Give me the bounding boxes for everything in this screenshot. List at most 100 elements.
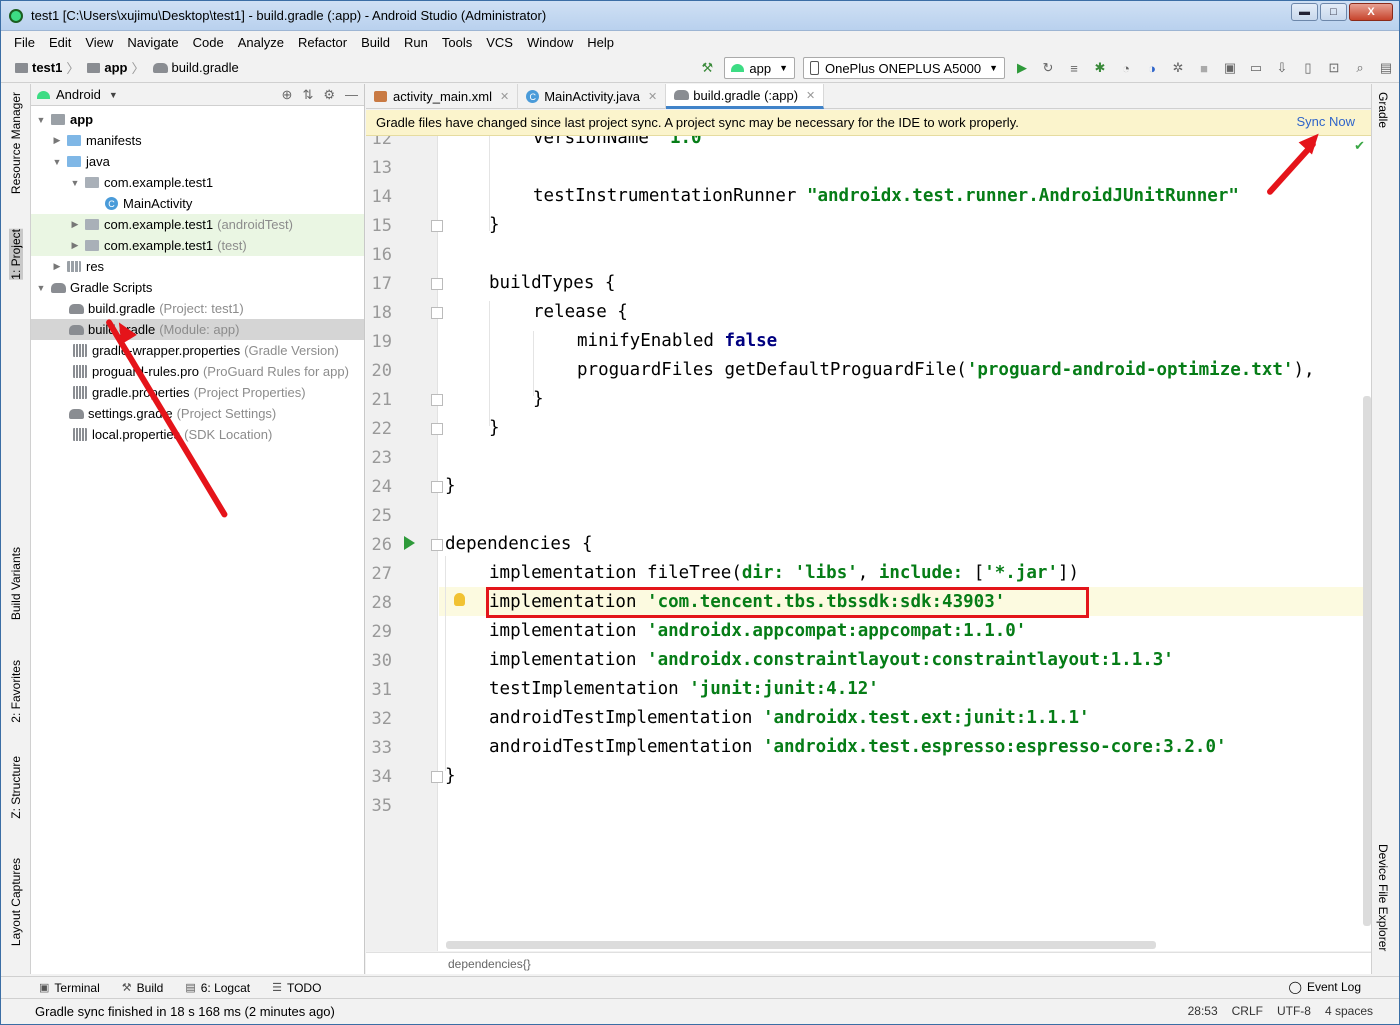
- menu-run[interactable]: Run: [397, 35, 435, 50]
- breadcrumb-module[interactable]: app 〉: [87, 58, 148, 77]
- expanded-arrow-icon[interactable]: ▼: [69, 178, 81, 188]
- tree-item-mainactivity[interactable]: C MainActivity: [31, 193, 364, 214]
- tree-item-gradle-wrapper[interactable]: gradle-wrapper.properties (Gradle Versio…: [31, 340, 364, 361]
- close-tab-icon[interactable]: ✕: [806, 89, 815, 102]
- locate-icon[interactable]: ⊕: [282, 87, 293, 103]
- expanded-arrow-icon[interactable]: ▼: [35, 283, 47, 293]
- tree-item-package[interactable]: ▼ com.example.test1: [31, 172, 364, 193]
- tab-terminal[interactable]: ▣ Terminal: [39, 981, 100, 995]
- apply-code-changes-icon[interactable]: ≡: [1066, 60, 1082, 76]
- tab-build-gradle-app[interactable]: build.gradle (:app) ✕: [666, 84, 825, 109]
- tree-item-gradle-scripts[interactable]: ▼ Gradle Scripts: [31, 277, 364, 298]
- tab-todo[interactable]: ☰ TODO: [272, 981, 321, 995]
- minimize-button[interactable]: ▬: [1291, 3, 1318, 21]
- fold-marker-icon[interactable]: [431, 539, 443, 551]
- status-message[interactable]: Gradle sync finished in 18 s 168 ms (2 m…: [35, 1004, 335, 1019]
- collapsed-arrow-icon[interactable]: ▶: [51, 135, 63, 146]
- tab-device-file-explorer[interactable]: Device File Explorer: [1376, 844, 1390, 951]
- close-tab-icon[interactable]: ✕: [648, 90, 657, 103]
- tree-item-app[interactable]: ▼ app: [31, 109, 364, 130]
- tree-item-res[interactable]: ▶ res: [31, 256, 364, 277]
- line-separator[interactable]: CRLF: [1232, 1004, 1263, 1018]
- tab-gradle[interactable]: Gradle: [1376, 92, 1390, 128]
- run-icon[interactable]: ▶: [1014, 60, 1030, 76]
- attach-android-icon[interactable]: ✲: [1170, 60, 1186, 76]
- hammer-build-icon[interactable]: ⚒: [699, 60, 715, 76]
- device-manager-icon[interactable]: ▯: [1300, 60, 1316, 76]
- tab-project[interactable]: 1: Project: [9, 229, 23, 280]
- fold-marker-icon[interactable]: [431, 771, 443, 783]
- collapse-icon[interactable]: ⇅: [302, 87, 313, 103]
- fold-marker-icon[interactable]: [431, 481, 443, 493]
- menu-file[interactable]: File: [7, 35, 42, 50]
- menu-analyze[interactable]: Analyze: [231, 35, 291, 50]
- fold-marker-icon[interactable]: [431, 394, 443, 406]
- expanded-arrow-icon[interactable]: ▼: [35, 115, 47, 125]
- collapsed-arrow-icon[interactable]: ▶: [69, 219, 81, 230]
- menu-window[interactable]: Window: [520, 35, 580, 50]
- menu-edit[interactable]: Edit: [42, 35, 78, 50]
- tab-mainactivity-java[interactable]: C MainActivity.java ✕: [518, 84, 667, 109]
- attach-debugger-icon[interactable]: ◑: [1144, 60, 1160, 76]
- menu-view[interactable]: View: [78, 35, 120, 50]
- tree-item-gradle-properties[interactable]: gradle.properties (Project Properties): [31, 382, 364, 403]
- avd-manager-icon[interactable]: ▭: [1248, 60, 1264, 76]
- tree-item-proguard-rules[interactable]: proguard-rules.pro (ProGuard Rules for a…: [31, 361, 364, 382]
- expanded-arrow-icon[interactable]: ▼: [51, 157, 63, 167]
- menu-navigate[interactable]: Navigate: [120, 35, 185, 50]
- profile-icon[interactable]: ◔: [1118, 60, 1134, 76]
- menu-code[interactable]: Code: [186, 35, 231, 50]
- apply-changes-icon[interactable]: ↻: [1040, 60, 1056, 76]
- stop-icon[interactable]: ■: [1196, 60, 1212, 76]
- fold-marker-icon[interactable]: [431, 220, 443, 232]
- tree-item-settings-gradle[interactable]: settings.gradle (Project Settings): [31, 403, 364, 424]
- lightbulb-icon[interactable]: [454, 593, 465, 606]
- sync-project-icon[interactable]: ▣: [1222, 60, 1238, 76]
- tree-item-local-properties[interactable]: local.properties (SDK Location): [31, 424, 364, 445]
- indent-setting[interactable]: 4 spaces: [1325, 1004, 1373, 1018]
- breadcrumb-project[interactable]: test1 〉: [15, 58, 83, 77]
- close-tab-icon[interactable]: ✕: [500, 90, 509, 103]
- menu-build[interactable]: Build: [354, 35, 397, 50]
- tab-favorites[interactable]: 2: Favorites: [9, 660, 23, 723]
- search-icon[interactable]: ⌕: [1352, 60, 1368, 76]
- tab-layout-captures[interactable]: Layout Captures: [9, 858, 23, 946]
- tree-item-package-test[interactable]: ▶ com.example.test1 (test): [31, 235, 364, 256]
- tree-item-manifests[interactable]: ▶ manifests: [31, 130, 364, 151]
- run-configuration-select[interactable]: app ▼: [724, 57, 795, 79]
- tree-item-java[interactable]: ▼ java: [31, 151, 364, 172]
- chevron-down-icon[interactable]: ▼: [109, 90, 118, 100]
- file-encoding[interactable]: UTF-8: [1277, 1004, 1311, 1018]
- layout-inspector-icon[interactable]: ⊡: [1326, 60, 1342, 76]
- tree-item-build-gradle-module[interactable]: build.gradle (Module: app): [31, 319, 364, 340]
- caret-position[interactable]: 28:53: [1188, 1004, 1218, 1018]
- vertical-scrollbar[interactable]: [1363, 396, 1371, 926]
- tab-resource-manager[interactable]: Resource Manager: [9, 92, 23, 194]
- code-editor[interactable]: ✔ 12 13 14 15 16 17 18 19 20 21 22 23 24…: [366, 136, 1371, 951]
- breadcrumb-file[interactable]: build.gradle: [152, 60, 239, 75]
- menu-refactor[interactable]: Refactor: [291, 35, 354, 50]
- debug-icon[interactable]: ✱: [1092, 60, 1108, 76]
- tab-event-log[interactable]: ◯ Event Log: [1289, 980, 1361, 994]
- project-view-select[interactable]: Android: [56, 87, 101, 102]
- close-button[interactable]: X: [1349, 3, 1393, 21]
- tab-build-variants[interactable]: Build Variants: [9, 547, 23, 620]
- tab-structure[interactable]: Z: Structure: [9, 756, 23, 819]
- hide-icon[interactable]: —: [345, 87, 358, 103]
- settings-icon[interactable]: ▤: [1378, 60, 1394, 76]
- sync-now-link[interactable]: Sync Now: [1296, 114, 1355, 129]
- fold-marker-icon[interactable]: [431, 307, 443, 319]
- maximize-button[interactable]: □: [1320, 3, 1347, 21]
- menu-help[interactable]: Help: [580, 35, 621, 50]
- collapsed-arrow-icon[interactable]: ▶: [69, 240, 81, 251]
- tab-activity-main-xml[interactable]: activity_main.xml ✕: [366, 84, 519, 109]
- tree-item-package-androidtest[interactable]: ▶ com.example.test1 (androidTest): [31, 214, 364, 235]
- sdk-manager-icon[interactable]: ⇩: [1274, 60, 1290, 76]
- fold-marker-icon[interactable]: [431, 423, 443, 435]
- fold-marker-icon[interactable]: [431, 278, 443, 290]
- collapsed-arrow-icon[interactable]: ▶: [51, 261, 63, 272]
- device-select[interactable]: OnePlus ONEPLUS A5000 ▼: [802, 57, 1005, 79]
- run-gutter-icon[interactable]: [404, 536, 415, 550]
- tab-logcat[interactable]: ▤ 6: Logcat: [185, 981, 250, 995]
- menu-vcs[interactable]: VCS: [479, 35, 520, 50]
